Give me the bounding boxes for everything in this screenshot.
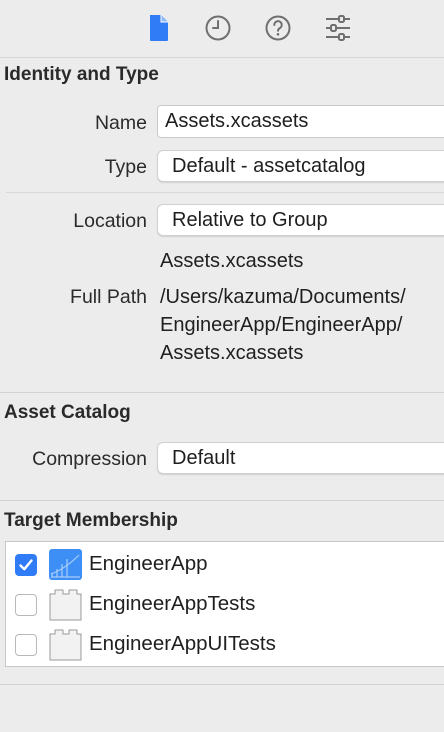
full-path-label: Full Path [70,286,147,308]
compression-label: Compression [32,448,147,470]
target-label: EngineerAppUITests [89,632,276,655]
test-bundle-icon [49,589,83,621]
full-path-line-3: Assets.xcassets [160,342,304,364]
target-row-engineerapp[interactable]: EngineerApp [6,546,444,586]
identity-section-title: Identity and Type [4,64,159,85]
target-membership-section-title: Target Membership [4,510,178,531]
document-icon[interactable] [143,12,175,44]
target-label: EngineerApp [89,552,208,575]
target-checkbox[interactable] [15,594,37,616]
section-divider [0,392,444,393]
location-popup[interactable]: Relative to Group [157,204,444,236]
clock-icon[interactable] [202,12,234,44]
target-label: EngineerAppTests [89,592,256,615]
app-target-icon [49,549,83,581]
target-checkbox[interactable] [15,554,37,576]
target-row-engineerapptests[interactable]: EngineerAppTests [6,586,444,626]
target-checkbox[interactable] [15,634,37,656]
full-path-line-1: /Users/kazuma/Documents/ [160,286,406,308]
divider [6,192,444,193]
full-path-line-2: EngineerApp/EngineerApp/ [160,314,403,336]
type-popup[interactable]: Default - assetcatalog [157,150,444,182]
section-divider [0,684,444,685]
checkmark-icon [19,559,33,571]
compression-popup[interactable]: Default [157,442,444,474]
sliders-icon[interactable] [322,12,354,44]
type-label: Type [104,156,147,178]
target-row-engineerappuitests[interactable]: EngineerAppUITests [6,626,444,666]
name-field[interactable]: Assets.xcassets [157,105,444,138]
inspector-toolbar [0,0,444,58]
location-filename: Assets.xcassets [160,250,304,272]
section-divider [0,500,444,501]
target-membership-list: EngineerApp EngineerAppTests EngineerApp… [5,541,444,667]
name-label: Name [94,112,147,134]
question-circle-icon[interactable] [262,12,294,44]
asset-catalog-section-title: Asset Catalog [4,402,131,423]
test-bundle-icon [49,629,83,661]
location-label: Location [73,210,147,232]
